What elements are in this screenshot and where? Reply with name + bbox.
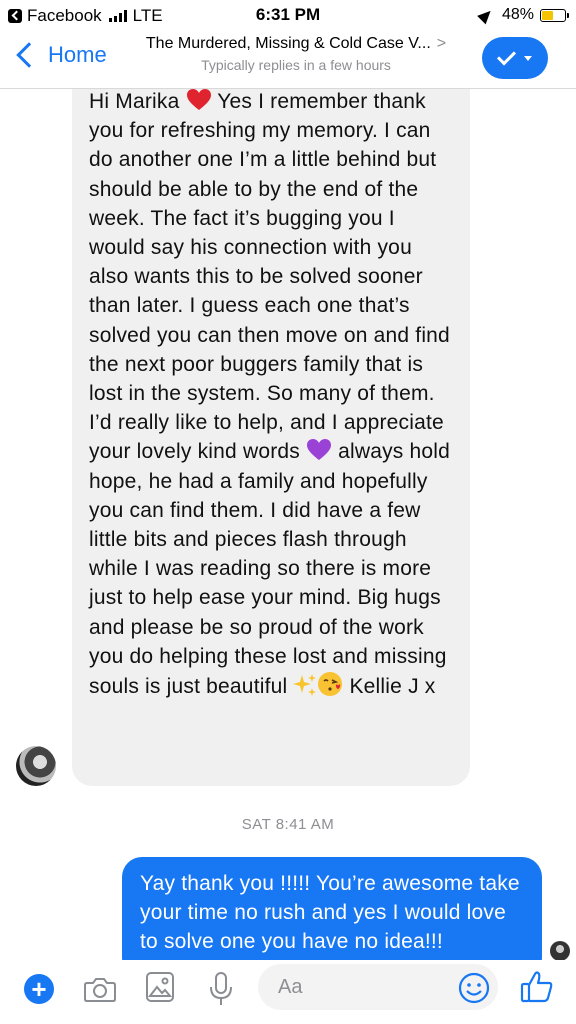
- dropdown-arrow-icon: [524, 55, 532, 61]
- add-icon[interactable]: +: [24, 974, 54, 1004]
- heart-emoji: [186, 89, 211, 110]
- incoming-message-text: Hi Marika Yes I remember thank you for r…: [89, 89, 454, 701]
- checkmark-icon: [496, 46, 517, 66]
- conversation-title-block[interactable]: The Murdered, Missing & Cold Case V... > …: [112, 35, 480, 73]
- message-composer: +: [0, 960, 576, 1024]
- sender-avatar[interactable]: [16, 746, 56, 786]
- response-time-subtitle: Typically replies in a few hours: [201, 57, 391, 73]
- incoming-text-part-2: Yes I remember thank you for refreshing …: [89, 90, 450, 464]
- location-icon: [477, 6, 495, 24]
- microphone-icon[interactable]: [208, 972, 234, 1006]
- battery-percent: 48%: [501, 6, 534, 23]
- mark-done-button[interactable]: [482, 37, 548, 79]
- incoming-text-part-3: always hold hope, he had a family and ho…: [89, 440, 451, 699]
- battery-icon: [540, 8, 569, 22]
- status-right: 48%: [477, 6, 569, 24]
- home-back-button[interactable]: Home: [14, 42, 107, 68]
- chat-header: Home The Murdered, Missing & Cold Case V…: [0, 30, 576, 89]
- gallery-icon[interactable]: [146, 972, 174, 1002]
- purple-heart-emoji: [307, 439, 332, 461]
- sparkles-emoji: [293, 674, 317, 697]
- message-thread[interactable]: Hi Marika Yes I remember thank you for r…: [0, 89, 576, 960]
- home-label: Home: [48, 42, 107, 67]
- conversation-title-text: The Murdered, Missing & Cold Case V...: [145, 35, 431, 52]
- incoming-text-part-1: Hi Marika: [89, 90, 180, 113]
- incoming-text-part-4: Kellie J x: [349, 675, 436, 699]
- thumbs-up-icon[interactable]: [520, 970, 554, 1004]
- kiss-face-emoji: [318, 672, 343, 697]
- outgoing-message-bubble[interactable]: Yay thank you !!!!! You’re awesome take …: [122, 857, 542, 960]
- chevron-right-icon: >: [436, 35, 447, 52]
- incoming-message-bubble[interactable]: Hi Marika Yes I remember thank you for r…: [72, 89, 470, 786]
- seen-indicator-avatar: [550, 941, 570, 960]
- chevron-left-icon: [16, 42, 42, 68]
- camera-icon[interactable]: [84, 976, 116, 1002]
- emoji-icon[interactable]: [458, 972, 490, 1004]
- message-timestamp: SAT 8:41 AM: [241, 816, 335, 833]
- status-bar: Facebook LTE 6:31 PM 48%: [0, 0, 576, 30]
- outgoing-message-text: Yay thank you !!!!! You’re awesome take …: [140, 872, 520, 953]
- conversation-title[interactable]: The Murdered, Missing & Cold Case V... >: [112, 35, 480, 53]
